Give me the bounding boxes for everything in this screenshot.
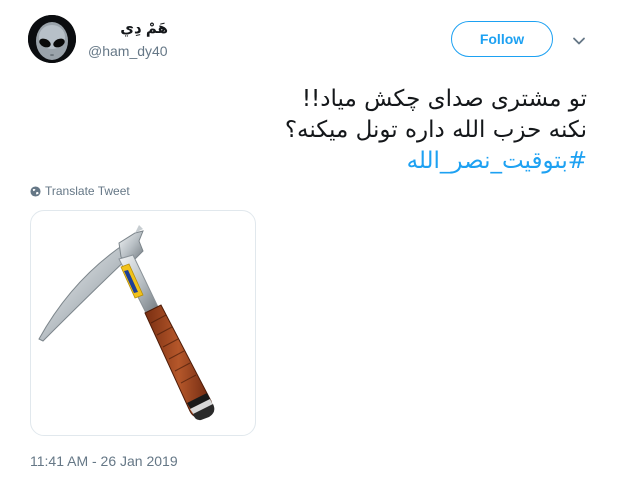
- tweet-text: تو مشتری صدای چکش میاد!! نکنه حزب الله د…: [47, 84, 587, 177]
- avatar[interactable]: [28, 15, 76, 63]
- chevron-down-icon[interactable]: [572, 34, 586, 48]
- hashtag-link[interactable]: #بتوقيت_نصر_الله: [47, 146, 587, 177]
- tweet-text-line-1: تو مشتری صدای چکش میاد!!: [301, 86, 587, 112]
- globe-icon: [30, 185, 41, 197]
- translate-tweet-label[interactable]: Translate Tweet: [45, 184, 130, 198]
- author-handle[interactable]: @ham_dy40: [88, 43, 168, 59]
- author-display-name[interactable]: هَمْ دِي: [88, 19, 168, 37]
- follow-button[interactable]: Follow: [451, 21, 553, 57]
- tweet-timestamp[interactable]: 11:41 AM - 26 Jan 2019: [30, 453, 178, 469]
- tweet-media-image[interactable]: [30, 210, 256, 436]
- tweet-text-line-2: نکنه حزب الله داره تونل میکنه؟: [284, 117, 587, 143]
- rock-hammer-image-icon: [38, 225, 215, 421]
- translate-tweet-link[interactable]: Translate Tweet: [30, 184, 130, 198]
- alien-avatar-icon: [28, 15, 76, 63]
